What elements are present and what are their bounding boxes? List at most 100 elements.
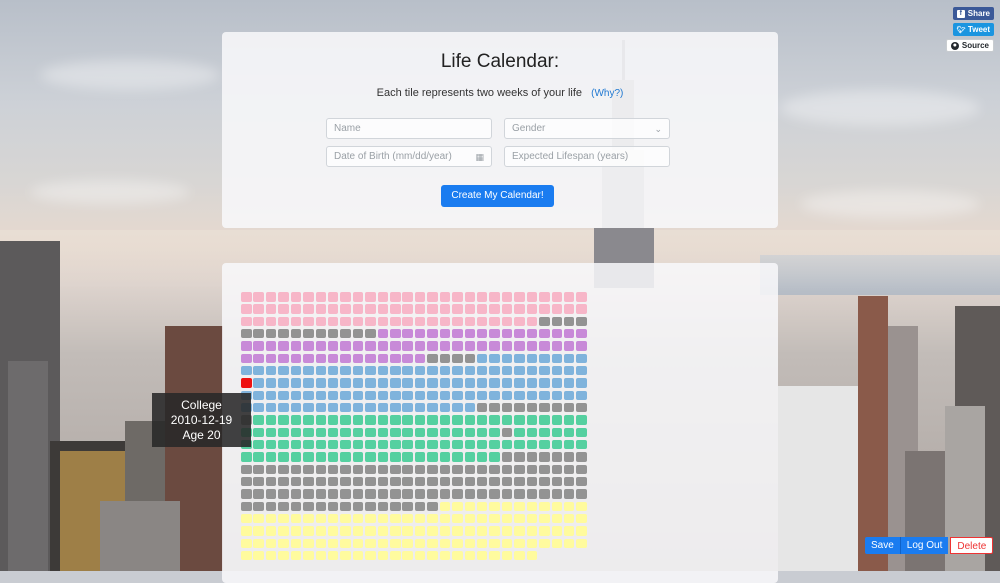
week-tile[interactable] — [427, 341, 438, 351]
week-tile[interactable] — [576, 538, 587, 549]
week-tile[interactable] — [489, 304, 500, 314]
week-tile[interactable] — [563, 328, 575, 339]
week-tile[interactable] — [439, 452, 451, 462]
week-tile[interactable] — [352, 316, 364, 327]
week-tile[interactable] — [539, 501, 550, 512]
week-tile[interactable] — [414, 341, 426, 351]
week-tile[interactable] — [539, 328, 550, 339]
week-tile[interactable] — [539, 378, 550, 388]
week-tile[interactable] — [476, 526, 488, 536]
week-tile[interactable] — [365, 464, 376, 475]
week-tile[interactable] — [340, 526, 351, 536]
week-tile[interactable] — [327, 415, 339, 425]
week-tile[interactable] — [464, 415, 476, 425]
week-tile[interactable] — [303, 390, 314, 401]
week-tile[interactable] — [452, 538, 463, 549]
week-tile[interactable] — [265, 526, 277, 536]
week-tile[interactable] — [241, 365, 252, 376]
week-tile[interactable] — [253, 378, 264, 388]
week-tile[interactable] — [340, 439, 351, 450]
week-tile[interactable] — [414, 365, 426, 376]
week-tile[interactable] — [265, 316, 277, 327]
week-tile[interactable] — [241, 378, 252, 388]
week-tile[interactable] — [539, 452, 550, 462]
week-tile[interactable] — [476, 365, 488, 376]
week-tile[interactable] — [452, 415, 463, 425]
week-tile[interactable] — [315, 439, 327, 450]
week-tile[interactable] — [464, 292, 476, 302]
week-tile[interactable] — [476, 378, 488, 388]
week-tile[interactable] — [414, 353, 426, 364]
week-tile[interactable] — [327, 292, 339, 302]
week-tile[interactable] — [253, 452, 264, 462]
week-tile[interactable] — [414, 452, 426, 462]
facebook-share-button[interactable]: f Share — [952, 7, 994, 20]
week-tile[interactable] — [253, 427, 264, 438]
week-tile[interactable] — [452, 513, 463, 524]
week-tile[interactable] — [514, 452, 525, 462]
week-tile[interactable] — [290, 378, 302, 388]
week-tile[interactable] — [563, 501, 575, 512]
week-tile[interactable] — [377, 427, 389, 438]
week-tile[interactable] — [265, 365, 277, 376]
week-tile[interactable] — [327, 365, 339, 376]
week-tile[interactable] — [315, 378, 327, 388]
week-tile[interactable] — [476, 489, 488, 499]
week-tile[interactable] — [253, 513, 264, 524]
week-tile[interactable] — [327, 427, 339, 438]
week-tile[interactable] — [340, 353, 351, 364]
week-tile[interactable] — [464, 476, 476, 487]
week-tile[interactable] — [241, 501, 252, 512]
week-tile[interactable] — [501, 415, 513, 425]
week-tile[interactable] — [439, 464, 451, 475]
week-tile[interactable] — [514, 353, 525, 364]
week-tile[interactable] — [278, 365, 289, 376]
week-tile[interactable] — [439, 489, 451, 499]
week-tile[interactable] — [501, 316, 513, 327]
week-tile[interactable] — [402, 378, 413, 388]
week-tile[interactable] — [489, 489, 500, 499]
week-tile[interactable] — [315, 489, 327, 499]
week-tile[interactable] — [452, 550, 463, 561]
week-tile[interactable] — [489, 292, 500, 302]
week-tile[interactable] — [576, 378, 587, 388]
week-tile[interactable] — [501, 526, 513, 536]
week-tile[interactable] — [327, 378, 339, 388]
week-tile[interactable] — [278, 464, 289, 475]
week-tile[interactable] — [476, 390, 488, 401]
week-tile[interactable] — [526, 402, 538, 413]
week-tile[interactable] — [551, 353, 562, 364]
week-tile[interactable] — [489, 464, 500, 475]
week-tile[interactable] — [365, 526, 376, 536]
week-tile[interactable] — [290, 538, 302, 549]
week-tile[interactable] — [241, 489, 252, 499]
week-tile[interactable] — [439, 390, 451, 401]
week-tile[interactable] — [563, 489, 575, 499]
week-tile[interactable] — [489, 378, 500, 388]
week-tile[interactable] — [315, 550, 327, 561]
week-tile[interactable] — [327, 526, 339, 536]
week-tile[interactable] — [526, 501, 538, 512]
create-calendar-button[interactable]: Create My Calendar! — [441, 185, 554, 207]
week-tile[interactable] — [526, 550, 538, 561]
week-tile[interactable] — [551, 328, 562, 339]
week-tile[interactable] — [501, 402, 513, 413]
week-tile[interactable] — [489, 353, 500, 364]
week-tile[interactable] — [303, 365, 314, 376]
week-tile[interactable] — [427, 439, 438, 450]
week-tile[interactable] — [514, 464, 525, 475]
week-tile[interactable] — [365, 476, 376, 487]
week-tile[interactable] — [402, 341, 413, 351]
week-tile[interactable] — [452, 316, 463, 327]
week-tile[interactable] — [303, 341, 314, 351]
week-tile[interactable] — [390, 292, 401, 302]
week-tile[interactable] — [539, 353, 550, 364]
week-tile[interactable] — [327, 316, 339, 327]
week-tile[interactable] — [377, 489, 389, 499]
week-tile[interactable] — [352, 304, 364, 314]
week-tile[interactable] — [390, 526, 401, 536]
week-tile[interactable] — [563, 513, 575, 524]
week-tile[interactable] — [241, 464, 252, 475]
week-tile[interactable] — [390, 365, 401, 376]
week-tile[interactable] — [402, 365, 413, 376]
